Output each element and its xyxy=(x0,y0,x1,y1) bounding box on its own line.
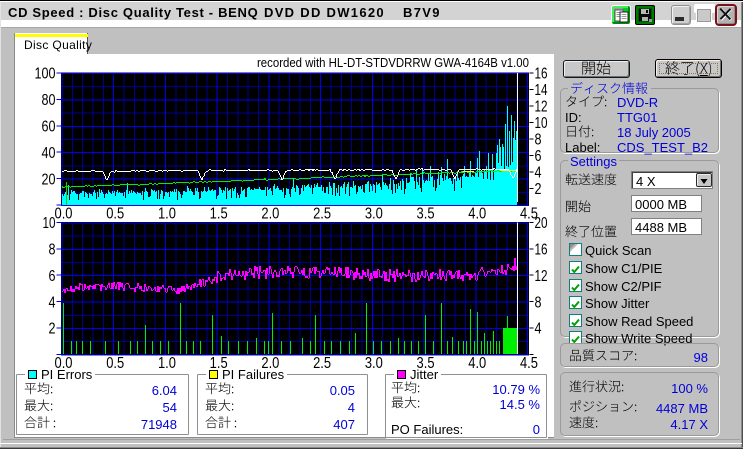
svg-text:0.0: 0.0 xyxy=(55,206,73,223)
svg-text:3.0: 3.0 xyxy=(365,355,383,372)
svg-text:20: 20 xyxy=(42,171,56,188)
svg-text:0.5: 0.5 xyxy=(106,206,124,223)
svg-text:4: 4 xyxy=(49,294,56,311)
svg-text:20: 20 xyxy=(535,215,548,232)
svg-text:8: 8 xyxy=(49,242,56,259)
svg-text:100: 100 xyxy=(35,66,56,83)
svg-text:4.0: 4.0 xyxy=(468,355,486,372)
svg-text:6: 6 xyxy=(535,148,542,165)
svg-text:2.0: 2.0 xyxy=(261,206,279,223)
svg-text:16: 16 xyxy=(535,66,548,83)
svg-text:recorded with HL-DT-STDVDRRW G: recorded with HL-DT-STDVDRRW GWA-4164B v… xyxy=(257,55,529,70)
svg-text:14: 14 xyxy=(535,82,548,99)
svg-text:6: 6 xyxy=(49,268,56,285)
svg-text:1.0: 1.0 xyxy=(158,355,176,372)
svg-text:1.5: 1.5 xyxy=(210,206,228,223)
svg-text:2: 2 xyxy=(49,321,56,338)
svg-text:3.0: 3.0 xyxy=(365,206,383,223)
svg-text:80: 80 xyxy=(42,92,56,109)
svg-text:40: 40 xyxy=(42,145,56,162)
svg-text:2.5: 2.5 xyxy=(313,355,331,372)
svg-text:4.5: 4.5 xyxy=(520,355,538,372)
svg-text:0.5: 0.5 xyxy=(106,355,124,372)
svg-text:8: 8 xyxy=(535,294,542,311)
svg-text:2: 2 xyxy=(535,181,542,198)
svg-text:60: 60 xyxy=(42,119,56,136)
svg-text:4: 4 xyxy=(535,165,542,182)
svg-text:12: 12 xyxy=(535,268,548,285)
svg-text:10: 10 xyxy=(43,215,56,232)
svg-text:12: 12 xyxy=(535,99,548,116)
svg-text:3.5: 3.5 xyxy=(417,206,435,223)
svg-text:2.5: 2.5 xyxy=(313,206,331,223)
svg-text:4: 4 xyxy=(535,321,542,338)
svg-text:10: 10 xyxy=(535,115,548,132)
svg-text:4.0: 4.0 xyxy=(468,206,486,223)
svg-text:1.0: 1.0 xyxy=(158,206,176,223)
svg-text:8: 8 xyxy=(535,132,542,149)
svg-text:16: 16 xyxy=(535,242,548,259)
